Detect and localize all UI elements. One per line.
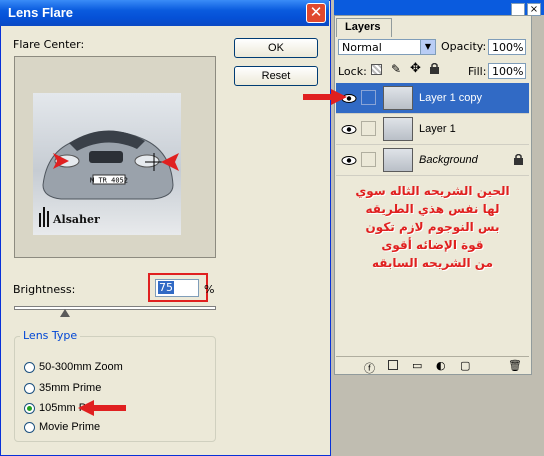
tab-layers[interactable]: Layers [336, 18, 392, 37]
car-image: M TR 4052 Alsaher [39, 130, 179, 227]
watermark-text: Alsaher [52, 213, 100, 226]
adjustment-layer-icon[interactable]: ◐ [436, 359, 452, 373]
link-slot[interactable] [361, 90, 376, 105]
folder-icon[interactable]: ▭ [412, 359, 428, 373]
annotation-line: من الشريحه السابقه [371, 256, 494, 270]
annotation-line: لها نفس هذي الطريقه [365, 202, 500, 216]
lock-icon [514, 154, 523, 165]
opacity-label: Opacity: [441, 40, 487, 53]
link-slot[interactable] [361, 121, 376, 136]
annotation-arrow-icon [303, 89, 347, 105]
annotation-line: بس النوجوم لازم تكون [365, 220, 500, 234]
close-icon[interactable]: ✕ [306, 3, 326, 23]
link-slot[interactable] [361, 152, 376, 167]
radio-movie-prime[interactable] [24, 422, 35, 433]
brightness-slider-thumb[interactable] [59, 309, 70, 317]
layers-toolbar: ⓕ ▭ ◐ ▢ 🗑 [336, 356, 529, 375]
lens-option-label: 35mm Prime [39, 382, 102, 394]
lock-all-icon[interactable] [430, 62, 439, 74]
radio-105mm-prime[interactable] [24, 403, 35, 414]
layer-thumbnail [383, 148, 413, 172]
layer-row-layer-1-copy[interactable]: Layer 1 copy [336, 83, 529, 114]
radio-50-300mm-zoom[interactable] [24, 362, 35, 373]
visibility-eye-icon[interactable] [340, 153, 358, 168]
layer-row-background[interactable]: Background [336, 145, 529, 176]
radio-35mm-prime[interactable] [24, 383, 35, 394]
flare-center-label: Flare Center: [13, 38, 85, 51]
flare-preview-image[interactable]: M TR 4052 Alsaher [33, 93, 181, 235]
trash-icon[interactable]: 🗑 [508, 359, 524, 373]
lens-type-legend: Lens Type [20, 329, 81, 342]
reset-button[interactable]: Reset [234, 66, 318, 86]
lens-option-label: 50-300mm Zoom [39, 361, 123, 373]
blend-mode-value: Normal [342, 41, 382, 54]
brightness-slider-track[interactable] [14, 306, 216, 310]
blend-mode-select[interactable]: Normal ▼ [338, 39, 436, 55]
lens-option-label: Movie Prime [39, 421, 101, 433]
fill-label: Fill: [468, 65, 487, 78]
dialog-titlebar[interactable]: Lens Flare [0, 0, 329, 26]
percent-unit: % [204, 283, 215, 296]
brightness-label: Brightness: [13, 283, 76, 296]
layer-name[interactable]: Layer 1 copy [419, 92, 482, 104]
annotation-arrow-icon [78, 400, 126, 416]
dialog-title: Lens Flare [8, 5, 74, 20]
tab-layers-label: Layers [345, 21, 381, 33]
chevron-down-icon: ▼ [420, 40, 435, 54]
ok-button[interactable]: OK [234, 38, 318, 58]
opacity-input[interactable]: 100% [488, 39, 526, 55]
layer-name[interactable]: Layer 1 [419, 123, 456, 135]
new-layer-icon[interactable]: ▢ [460, 359, 476, 373]
arabic-annotation: الحين الشريحه الثاله سوي لها نفس هذي الط… [336, 182, 529, 272]
visibility-eye-icon[interactable] [340, 122, 358, 137]
brightness-value: 75 [158, 281, 174, 294]
license-plate: M TR 4052 [90, 177, 128, 185]
layer-thumbnail [383, 117, 413, 141]
lock-transparent-icon[interactable] [371, 64, 382, 75]
fill-value: 100% [492, 65, 524, 78]
layer-name[interactable]: Background [419, 154, 478, 166]
annotation-line: الحين الشريحه الثاله سوي [355, 184, 510, 198]
lock-brush-icon[interactable]: ✎ [391, 62, 401, 76]
opacity-value: 100% [492, 41, 524, 54]
annotation-line: قوة الإضائه أقوى [381, 238, 484, 252]
layer-row-layer-1[interactable]: Layer 1 [336, 114, 529, 145]
lock-label: Lock: [338, 65, 367, 78]
brightness-input[interactable]: 75 [155, 279, 199, 297]
layer-mask-icon[interactable] [388, 360, 398, 370]
fill-input[interactable]: 100% [488, 63, 526, 79]
lock-move-icon[interactable]: ✥ [410, 61, 421, 76]
link-layers-icon[interactable]: ⓕ [364, 360, 380, 375]
layer-thumbnail [383, 86, 413, 110]
